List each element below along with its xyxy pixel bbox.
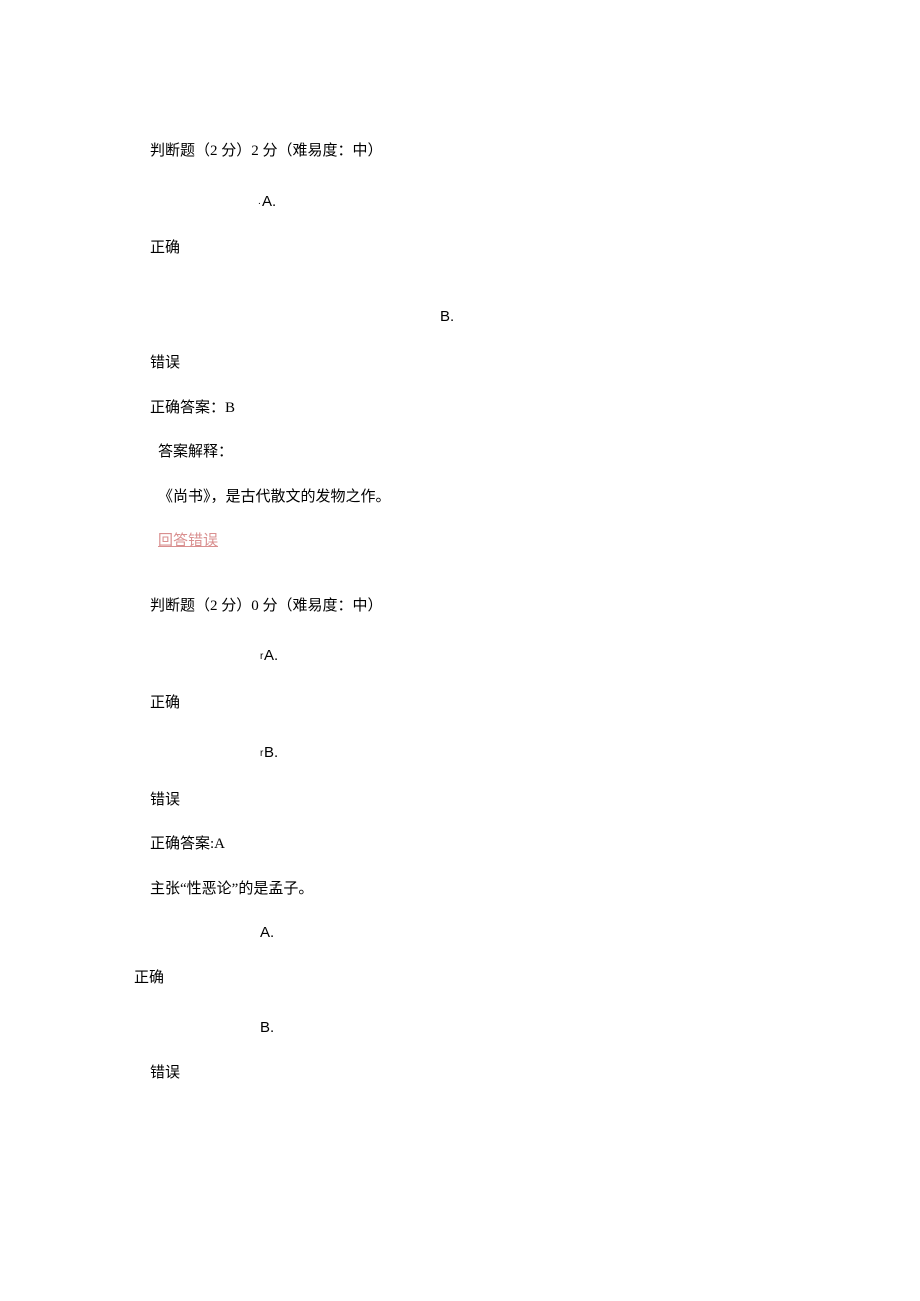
question-header: 判断题（2 分）2 分（难易度：中） — [150, 140, 800, 163]
option-letter: A. — [264, 647, 278, 664]
option-a-text: 正确 — [150, 692, 800, 715]
option-a-label: .A. — [258, 191, 800, 214]
option-b-text: 错误 — [150, 1062, 800, 1085]
option-a-label: rA. — [260, 645, 800, 668]
option-b-label: B. — [260, 1017, 800, 1040]
correct-answer: 正确答案：B — [150, 397, 800, 420]
option-a-label: A. — [260, 922, 800, 945]
option-a-text: 正确 — [134, 967, 800, 990]
option-letter: B. — [260, 1019, 274, 1036]
feedback-incorrect[interactable]: 回答错误 — [150, 530, 800, 553]
option-a-text: 正确 — [150, 237, 800, 260]
option-letter: B. — [440, 308, 454, 325]
option-b-label: B. — [440, 306, 800, 329]
option-letter: A. — [260, 924, 274, 941]
explanation-label: 答案解释： — [150, 441, 800, 464]
option-b-label: rB. — [260, 742, 800, 765]
correct-answer: 正确答案:A — [150, 833, 800, 856]
question-stem: 主张“性恶论”的是孟子。 — [150, 878, 800, 901]
option-letter: B. — [264, 744, 278, 761]
option-b-text: 错误 — [150, 789, 800, 812]
question-header: 判断题（2 分）0 分（难易度：中） — [150, 595, 800, 618]
explanation-text: 《尚书》，是古代散文的发物之作。 — [150, 486, 800, 509]
option-letter: A. — [262, 193, 276, 210]
option-b-text: 错误 — [150, 352, 800, 375]
